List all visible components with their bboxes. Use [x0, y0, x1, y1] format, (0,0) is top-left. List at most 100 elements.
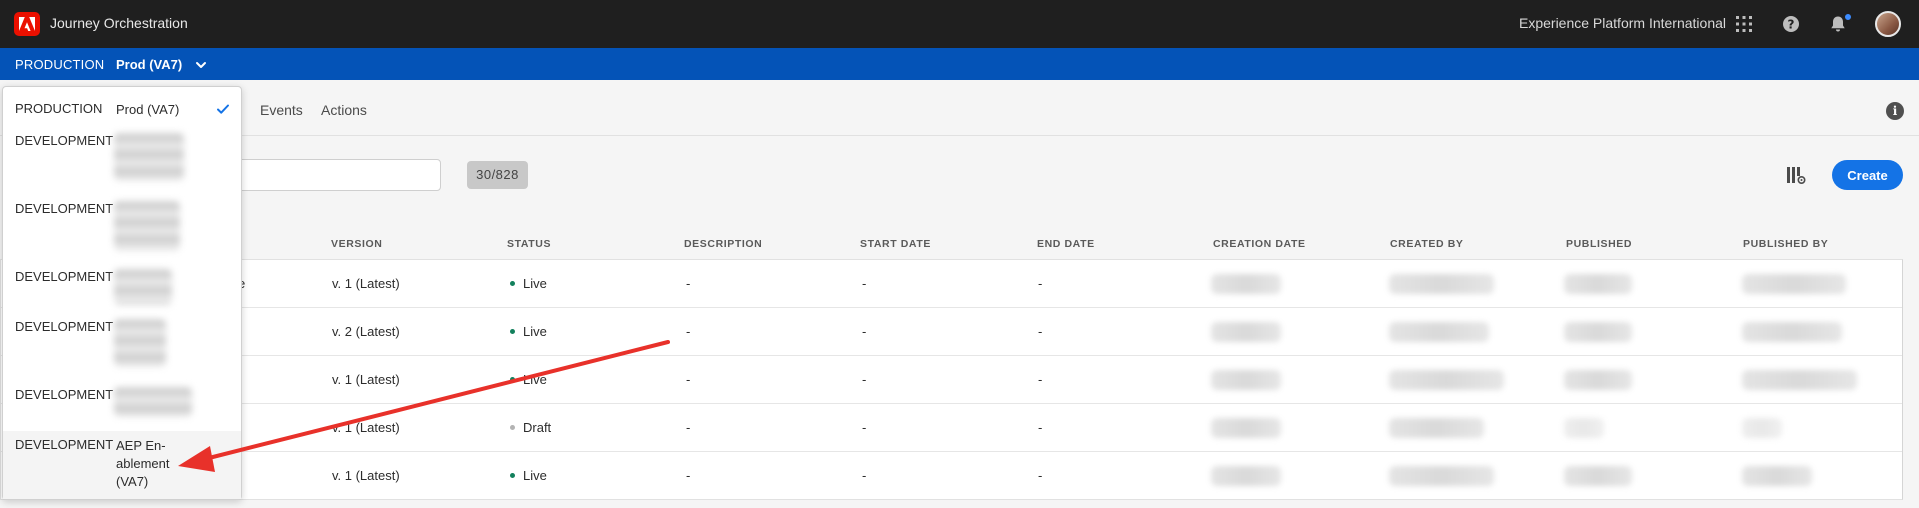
column-header-status[interactable]: STATUS	[507, 238, 551, 250]
end-date-cell: -	[1038, 468, 1043, 483]
sandbox-option-type: DEVELOPMENT	[15, 201, 114, 216]
sandbox-option-dev[interactable]: DEVELOPMENT	[3, 269, 241, 314]
adobe-a-icon	[19, 17, 35, 31]
sandbox-option-dev[interactable]: DEVELOPMENT	[3, 387, 241, 427]
sandbox-option-aep-enablement[interactable]: DEVELOPMENT AEP En-ablement (VA7)	[3, 431, 241, 499]
sandbox-option-prod[interactable]: PRODUCTION Prod (VA7)	[3, 101, 241, 131]
created-by-redacted	[1389, 418, 1484, 438]
notification-badge	[1843, 12, 1853, 22]
org-switcher[interactable]: Experience Platform International	[1519, 15, 1726, 31]
published-redacted	[1564, 322, 1632, 342]
status-cell: Live	[510, 372, 547, 387]
info-icon[interactable]: i	[1886, 102, 1904, 120]
published-by-redacted	[1742, 322, 1842, 342]
creation-date-redacted	[1211, 322, 1281, 342]
status-cell: Live	[510, 324, 547, 339]
column-header-creation-date[interactable]: CREATION DATE	[1213, 238, 1306, 250]
column-header-version[interactable]: VERSION	[331, 238, 382, 250]
tab-actions[interactable]: Actions	[321, 102, 367, 118]
start-date-cell: -	[862, 324, 867, 339]
results-count-badge: 30/828	[467, 161, 528, 189]
create-button[interactable]: Create	[1832, 160, 1903, 190]
version-cell: v. 1 (Latest)	[332, 420, 400, 435]
sandbox-option-dev[interactable]: DEVELOPMENT	[3, 133, 241, 195]
status-live-dot	[510, 473, 515, 478]
version-cell: v. 1 (Latest)	[332, 276, 400, 291]
sandbox-switcher-bar[interactable]: PRODUCTION Prod (VA7)	[0, 48, 1919, 80]
created-by-redacted	[1389, 370, 1504, 390]
column-header-start-date[interactable]: START DATE	[860, 238, 931, 250]
tab-events[interactable]: Events	[260, 102, 303, 118]
version-cell: v. 1 (Latest)	[332, 468, 400, 483]
sandbox-option-type: DEVELOPMENT	[15, 319, 114, 334]
description-cell: -	[686, 276, 691, 291]
created-by-redacted	[1389, 322, 1489, 342]
creation-date-redacted	[1211, 466, 1281, 486]
start-date-cell: -	[862, 372, 867, 387]
apps-grid-icon[interactable]	[1734, 14, 1754, 34]
description-cell: -	[686, 372, 691, 387]
journeys-table: e v. 1 (Latest) Live - - - v. 2 (Latest)…	[0, 259, 1903, 500]
table-row[interactable]: v. 2 (Latest) Live - - -	[1, 308, 1902, 356]
user-avatar[interactable]	[1875, 11, 1901, 37]
chevron-down-icon[interactable]	[194, 58, 208, 72]
created-by-redacted	[1389, 466, 1494, 486]
table-row[interactable]: v. 1 (Latest) Live - - -	[1, 452, 1902, 500]
svg-text:?: ?	[1788, 18, 1795, 32]
help-icon[interactable]: ?	[1781, 14, 1801, 34]
sandbox-option-type: PRODUCTION	[15, 101, 103, 116]
sandbox-name-redacted	[114, 269, 172, 305]
column-header-published-by[interactable]: PUBLISHED BY	[1743, 238, 1828, 250]
status-cell: Live	[510, 468, 547, 483]
start-date-cell: -	[862, 420, 867, 435]
status-text: Live	[523, 324, 547, 339]
description-cell: -	[686, 468, 691, 483]
end-date-cell: -	[1038, 372, 1043, 387]
sandbox-name-redacted	[114, 387, 192, 417]
sandbox-name-redacted	[114, 133, 184, 181]
status-cell: Draft	[510, 420, 551, 435]
sandbox-option-type: DEVELOPMENT	[15, 269, 114, 284]
sandbox-name-label: Prod (VA7)	[116, 57, 183, 72]
published-by-redacted	[1742, 418, 1782, 438]
description-cell: -	[686, 420, 691, 435]
table-row[interactable]: e v. 1 (Latest) Live - - -	[1, 260, 1902, 308]
sandbox-option-type: DEVELOPMENT	[15, 437, 114, 452]
table-row[interactable]: v. 1 (Latest) Live - - -	[1, 356, 1902, 404]
app-title: Journey Orchestration	[50, 15, 188, 31]
description-cell: -	[686, 324, 691, 339]
adobe-logo[interactable]	[14, 12, 40, 36]
column-settings-icon[interactable]	[1786, 165, 1806, 185]
sandbox-option-name: Prod (VA7)	[116, 102, 180, 117]
sandbox-option-type: DEVELOPMENT	[15, 133, 114, 148]
checkmark-icon	[217, 104, 229, 114]
sandbox-option-type: DEVELOPMENT	[15, 387, 114, 402]
status-text: Live	[523, 276, 547, 291]
table-header: VERSION STATUS DESCRIPTION START DATE EN…	[0, 230, 1903, 260]
column-header-end-date[interactable]: END DATE	[1037, 238, 1095, 250]
published-redacted	[1564, 466, 1632, 486]
start-date-cell: -	[862, 276, 867, 291]
column-header-created-by[interactable]: CREATED BY	[1390, 238, 1463, 250]
table-row[interactable]: v. 1 (Latest) Draft - - -	[1, 404, 1902, 452]
sandbox-name-redacted	[114, 201, 180, 251]
status-live-dot	[510, 329, 515, 334]
sandbox-name-redacted	[114, 319, 166, 367]
version-cell: v. 1 (Latest)	[332, 372, 400, 387]
creation-date-redacted	[1211, 370, 1281, 390]
status-live-dot	[510, 281, 515, 286]
published-redacted	[1564, 418, 1604, 438]
sandbox-option-name: AEP En-ablement (VA7)	[116, 438, 170, 489]
published-by-redacted	[1742, 370, 1857, 390]
column-header-published[interactable]: PUBLISHED	[1566, 238, 1632, 250]
status-cell: Live	[510, 276, 547, 291]
sandbox-dropdown-menu: PRODUCTION Prod (VA7) DEVELOPMENT DEVELO…	[2, 86, 242, 500]
published-redacted	[1564, 274, 1632, 294]
published-by-redacted	[1742, 274, 1846, 294]
status-text: Live	[523, 372, 547, 387]
column-header-description[interactable]: DESCRIPTION	[684, 238, 762, 250]
sandbox-option-dev[interactable]: DEVELOPMENT	[3, 319, 241, 381]
status-text: Draft	[523, 420, 552, 435]
top-navigation-bar: Journey Orchestration Experience Platfor…	[0, 0, 1919, 48]
sandbox-option-dev[interactable]: DEVELOPMENT	[3, 201, 241, 263]
